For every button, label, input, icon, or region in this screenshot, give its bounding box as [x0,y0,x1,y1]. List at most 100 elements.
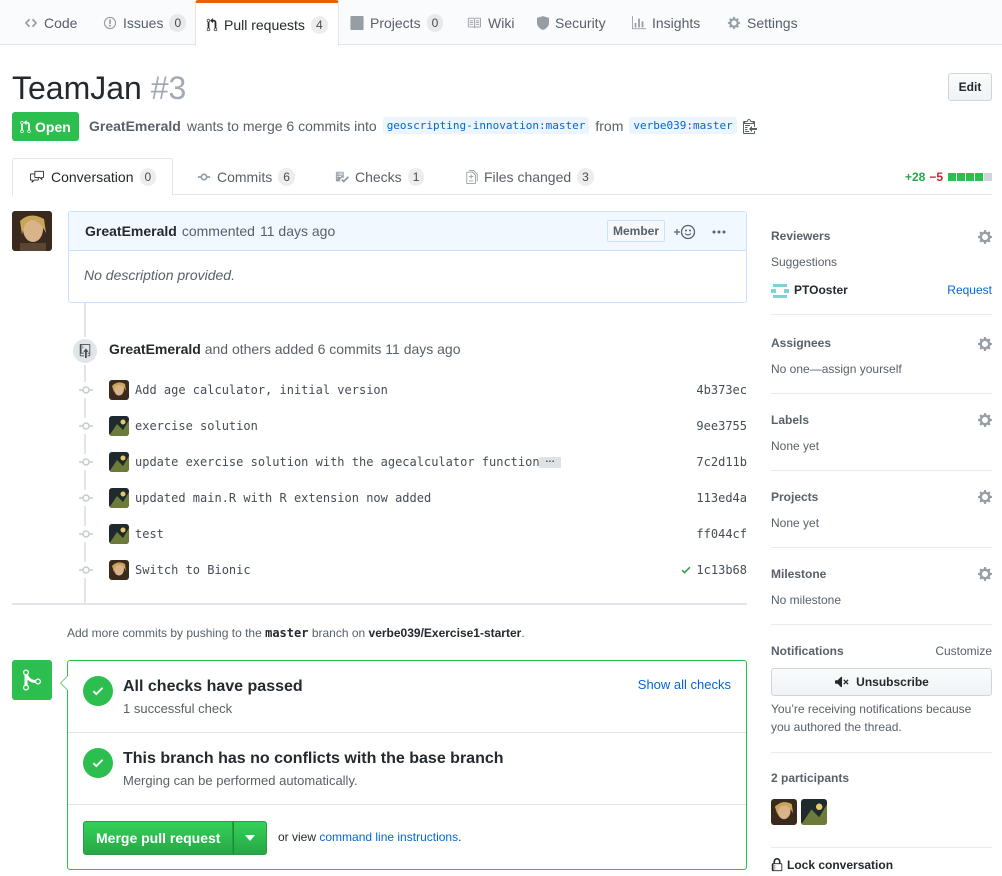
comment-box: GreatEmerald commented 11 days ago Membe… [68,211,747,303]
avatar[interactable] [109,560,129,580]
commit-message[interactable]: Switch to Bionic [135,563,251,577]
commit-icon [78,490,94,506]
avatar[interactable] [109,524,129,544]
avatar[interactable] [771,799,797,825]
more-options-icon[interactable] [712,230,726,234]
check-icon[interactable] [680,564,692,576]
commit-row: exercise solution 9ee3755 [78,408,747,444]
commit-message[interactable]: exercise solution [135,419,258,433]
expand-message-button[interactable]: … [539,455,561,468]
alt-view-text: or view command line instructions. [278,830,462,844]
projects-value: None yet [771,516,820,530]
labels-heading: Labels [771,413,810,427]
gear-icon[interactable] [978,566,992,582]
pr-number: #3 [150,70,187,106]
commit-message[interactable]: updated main.R with R extension now adde… [135,491,431,505]
tab-wiki[interactable]: Wiki [466,0,514,45]
repo-nav: Code Issues 0 Pull requests 4 Projects 0… [0,0,1002,46]
cli-instructions-link[interactable]: command line instructions [319,830,458,844]
checklist-icon [335,170,349,184]
commit-row: Switch to Bionic 1c13b68 [78,552,747,588]
commit-sha[interactable]: 1c13b68 [680,563,747,577]
tab-commits[interactable]: Commits 6 [197,158,295,195]
tab-insights[interactable]: Insights [632,0,700,45]
avatar[interactable] [109,452,129,472]
commit-icon [78,454,94,470]
git-merge-icon [12,660,52,700]
avatar[interactable] [109,416,129,436]
push-author[interactable]: GreatEmerald [109,341,201,357]
repo-push-icon [71,337,99,365]
pr-title-text: TeamJan [12,70,142,106]
suggestions-label: Suggestions [771,255,838,269]
gear-icon[interactable] [978,412,992,428]
participants-heading: 2 participants [771,771,850,785]
deletions: −5 [929,170,943,184]
gear-icon[interactable] [978,336,992,352]
commit-message[interactable]: Add age calculator, initial version [135,383,388,397]
commit-icon [78,418,94,434]
file-diff-icon [466,169,478,184]
issue-icon [103,16,117,30]
suggested-reviewer: PTOoster Request [771,282,992,300]
tab-pull-requests[interactable]: Pull requests 4 [195,0,339,46]
commit-sha[interactable]: 7c2d11b [696,455,747,469]
customize-link[interactable]: Customize [935,644,992,658]
edit-button[interactable]: Edit [948,73,992,101]
book-icon [466,16,482,30]
projects-heading: Projects [771,490,819,504]
projects-counter: 0 [426,13,444,32]
tab-settings[interactable]: Settings [727,0,798,45]
show-all-checks-link[interactable]: Show all checks [638,677,731,692]
avatar[interactable] [109,488,129,508]
gear-icon[interactable] [978,229,992,245]
avatar[interactable] [109,380,129,400]
head-branch[interactable]: verbe039:master [629,117,737,134]
commit-message[interactable]: update exercise solution with the agecal… [135,455,540,469]
issues-counter: 0 [169,13,187,32]
triangle-down-icon [245,835,256,841]
base-branch[interactable]: geoscripting-innovation:master [382,117,590,134]
author-link[interactable]: GreatEmerald [89,118,181,134]
commit-sha[interactable]: 9ee3755 [696,419,747,433]
tab-conversation[interactable]: Conversation 0 [12,158,174,196]
tab-issues[interactable]: Issues 0 [103,0,187,45]
notifications-reason-2: you authored the thread. [771,720,902,734]
comment-discussion-icon [29,170,45,184]
lock-conversation-link[interactable]: Lock conversation [771,858,893,872]
commit-sha[interactable]: ff044cf [696,527,747,541]
clipboard-icon[interactable] [742,118,757,134]
tab-files-changed[interactable]: Files changed 3 [466,158,594,195]
avatar[interactable] [12,211,52,251]
commit-message[interactable]: test [135,527,164,541]
assignees-value[interactable]: No one—assign yourself [771,362,902,376]
reviewer-name[interactable]: PTOoster [794,283,848,297]
commit-row: test ff044cf [78,516,747,552]
comment-author[interactable]: GreatEmerald [85,223,177,239]
hint-repo: verbe039/Exercise1-starter [368,626,522,640]
commit-icon [78,382,94,398]
reviewers-heading: Reviewers [771,229,831,243]
tab-code[interactable]: Code [24,0,77,45]
request-review-link[interactable]: Request [947,283,992,297]
comment-time[interactable]: 11 days ago [260,223,335,239]
tab-security[interactable]: Security [537,0,606,45]
merge-method-dropdown[interactable] [233,821,268,855]
tab-checks[interactable]: Checks 1 [335,158,425,195]
pr-meta: GreatEmerald wants to merge 6 commits in… [89,117,757,134]
commit-row: update exercise solution with the agecal… [78,444,747,480]
gear-icon[interactable] [978,489,992,505]
avatar [771,282,789,300]
commit-sha[interactable]: 113ed4a [696,491,747,505]
comment-body: No description provided. [84,267,235,283]
sidebar-reviewers: Reviewers Suggestions PTOoster Request [771,211,992,315]
tab-projects[interactable]: Projects 0 [350,0,444,45]
avatar[interactable] [801,799,827,825]
commit-row: updated main.R with R extension now adde… [78,480,747,516]
commit-sha[interactable]: 4b373ec [696,383,747,397]
milestone-value: No milestone [771,593,842,607]
unsubscribe-button[interactable]: Unsubscribe [771,668,992,696]
merge-pull-request-button[interactable]: Merge pull request [83,821,234,855]
add-reaction-icon[interactable] [674,224,696,240]
sidebar-participants: 2 participants [771,753,992,848]
